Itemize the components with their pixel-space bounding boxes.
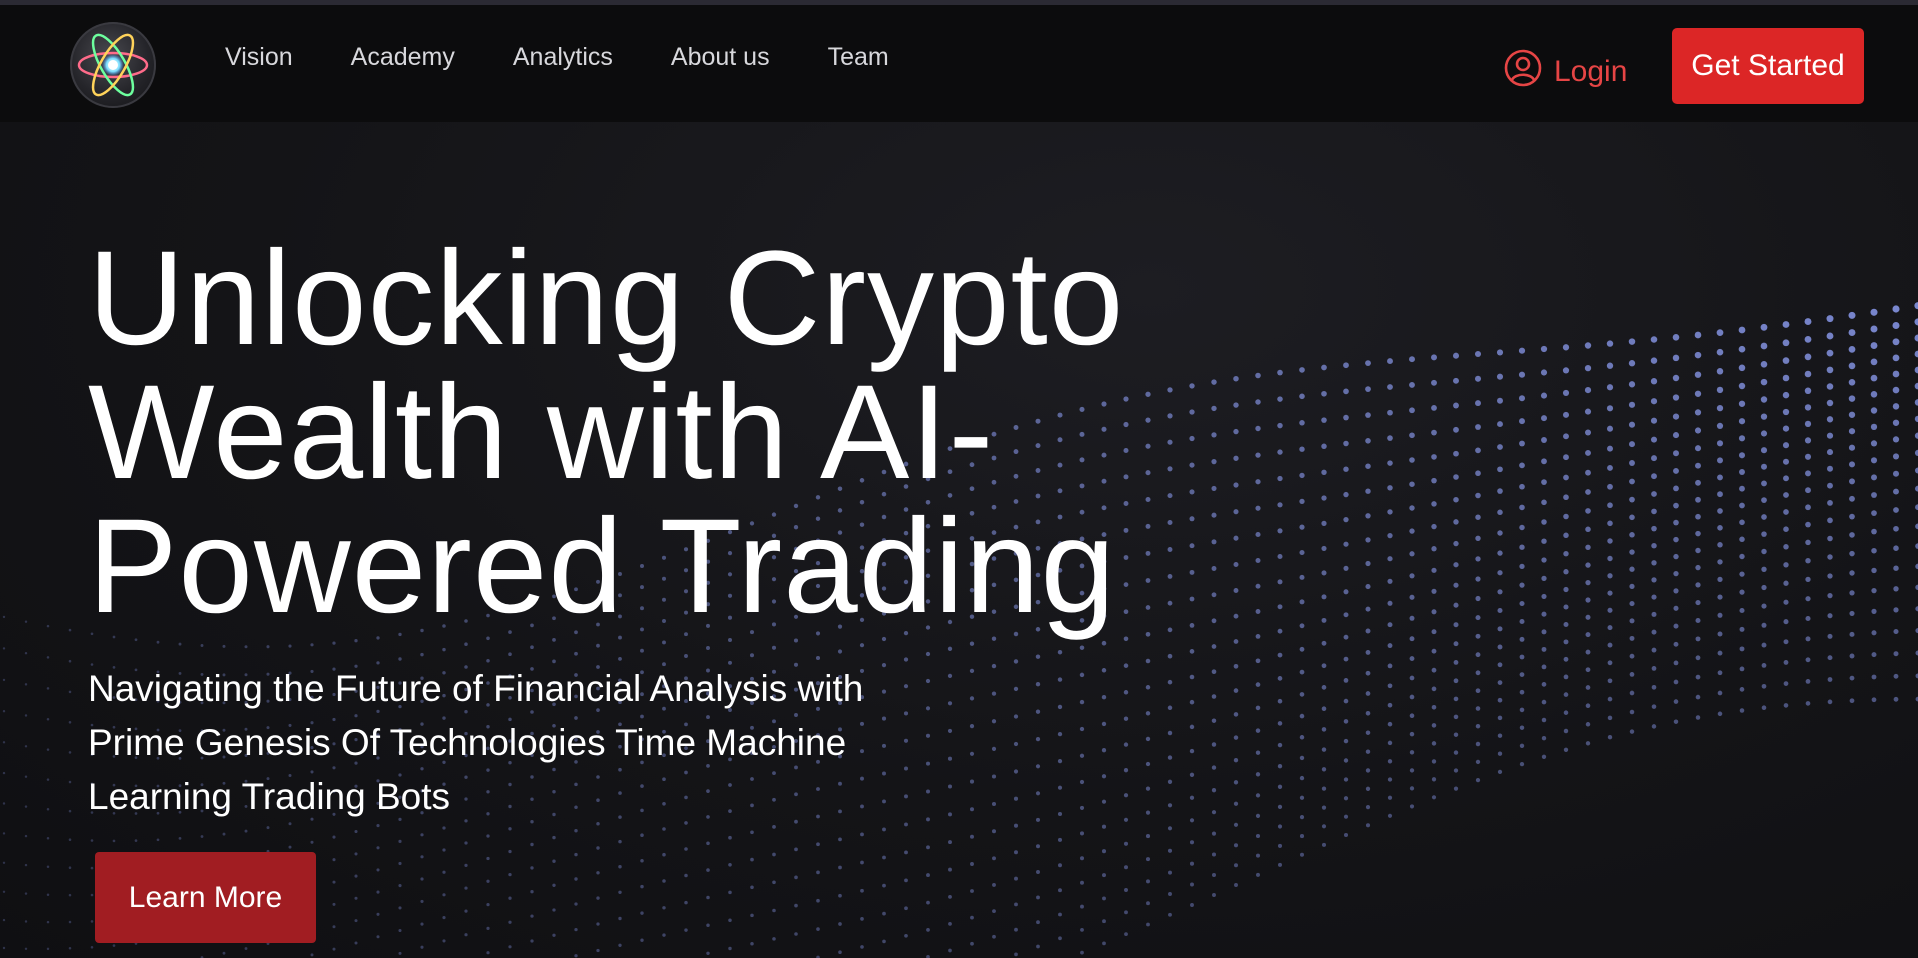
- nav-link-analytics[interactable]: Analytics: [513, 43, 613, 72]
- atom-logo-icon[interactable]: [70, 22, 156, 108]
- nav-link-vision[interactable]: Vision: [225, 43, 293, 72]
- hero-section: Unlocking Crypto Wealth with AI-Powered …: [0, 122, 1918, 958]
- user-circle-icon: [1504, 49, 1542, 95]
- navbar: Vision Academy Analytics About us Team L…: [0, 5, 1918, 122]
- nav-link-about-us[interactable]: About us: [671, 43, 770, 72]
- nav-link-team[interactable]: Team: [828, 43, 889, 72]
- hero-subtitle: Navigating the Future of Financial Analy…: [88, 668, 864, 817]
- login-label: Login: [1554, 55, 1628, 88]
- nav-links: Vision Academy Analytics About us Team: [225, 43, 947, 72]
- login-link[interactable]: Login: [1504, 49, 1627, 95]
- nav-link-academy[interactable]: Academy: [351, 43, 455, 72]
- learn-more-button[interactable]: Learn More: [95, 852, 316, 943]
- get-started-button[interactable]: Get Started: [1672, 28, 1864, 104]
- atom-icon: [77, 33, 149, 97]
- hero-title: Unlocking Crypto Wealth with AI-Powered …: [88, 224, 1125, 641]
